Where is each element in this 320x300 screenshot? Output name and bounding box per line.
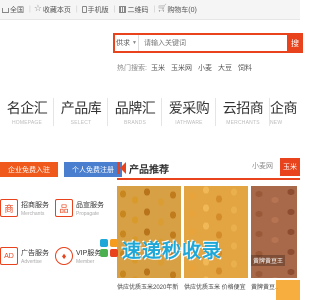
product-image[interactable] [184,186,248,278]
ad-icon: AD [0,247,18,265]
hot-search: 热门搜索: 玉米 玉米网 小麦 大豆 饲料 [117,63,258,73]
separator: | [29,6,31,13]
mobile-label: 手机版 [87,6,109,14]
cart-icon [159,6,166,13]
search-input[interactable] [139,35,287,51]
service-advertise[interactable]: AD 广告服务 Advertise [0,238,55,274]
hot-keyword[interactable]: 小麦 [198,63,212,73]
nav-item-business[interactable]: 企商 NEW [270,92,300,134]
service-subtitle: Member [76,258,95,265]
personal-register-button[interactable]: 个人免费注册 [64,162,122,177]
hot-keyword[interactable]: 饲料 [238,63,252,73]
vip-icon: ♦ [55,247,73,265]
phone-icon [81,6,87,13]
qrcode-icon [119,6,127,13]
product-overlay-label: 黄牌黄豆王 [251,255,286,266]
nav-item-label: 云招商 [222,100,264,116]
cart-link[interactable]: 购物车(0) [159,5,197,15]
nav-item-sublabel: HOMEPAGE [11,120,43,126]
hot-keyword[interactable]: 玉米网 [171,63,192,73]
nav-item-label: 名企汇 [6,100,48,116]
search-bar: 供求 ▼ 搜 [113,33,303,53]
hot-keyword[interactable]: 大豆 [218,63,232,73]
bookmark-label: 收藏本页 [42,6,71,14]
nav-item-label: 爱采购 [168,100,210,116]
watermark: 速递秒收录 [100,238,223,262]
nav-item-sublabel: SELECT [70,120,92,126]
product-section-header: 产品推荐 小麦网 玉米 [117,158,300,180]
hot-keyword[interactable]: 玉米 [151,63,165,73]
service-merchants[interactable]: 商 招商服务 Merchants [0,190,55,226]
nav-item-products[interactable]: 产品库 SELECT [54,92,108,134]
service-subtitle: Advertise [21,258,42,265]
qrcode-label: 二维码 [127,6,149,14]
nav-item-label: 企商 [270,100,298,116]
section-logo-icon [117,162,126,174]
location-label: 全国 [10,6,24,14]
separator: | [113,6,116,13]
nav-item-merchants[interactable]: 云招商 MERCHANTS [216,92,270,134]
service-title: 招商服务 [21,201,49,209]
qrcode-link[interactable]: 二维码 [119,5,148,15]
location-link[interactable]: 全国 [2,5,24,15]
location-icon [2,8,9,13]
service-title: 品宣服务 [76,201,104,209]
tab-wheat[interactable]: 小麦网 [252,161,273,171]
section-title: 产品推荐 [129,164,169,176]
separator: | [75,6,78,13]
service-subtitle: Propagate [76,210,100,217]
register-buttons: 企业免费入驻 个人免费注册 [0,162,128,177]
watermark-logo-icon [100,239,120,259]
nav-item-label: 产品库 [60,100,102,116]
star-icon [34,3,42,14]
top-bar: 全国 | 收藏本页 | 手机版 | 二维码 | 购物车(0) [0,0,300,20]
nav-item-sublabel: MERCHANTS [226,120,260,126]
floating-button[interactable] [276,280,300,300]
company-register-button[interactable]: 企业免费入驻 [0,162,58,177]
product-name[interactable]: 供应优质玉米 价格便宜 [184,282,248,291]
product-name[interactable]: 供应优质玉米2020年新 [117,282,181,291]
service-propagate[interactable]: 品 品宣服务 Propagate [55,190,110,226]
service-subtitle: Merchants [21,210,45,217]
nav-item-label: 品牌汇 [114,100,156,116]
watermark-text: 速递秒收录 [122,239,223,262]
product-image[interactable]: 黄牌黄豆王 [251,186,297,278]
bookmark-link[interactable]: 收藏本页 [34,3,71,15]
nav-item-purchase[interactable]: 爱采购 IATHWARE [162,92,216,134]
tab-corn[interactable]: 玉米 [280,158,300,176]
nav-item-sublabel: BRANDS [123,120,147,126]
merchants-icon: 商 [0,199,18,217]
nav-item-sublabel: IATHWARE [175,120,203,126]
chevron-down-icon: ▼ [132,40,137,46]
propagate-icon: 品 [55,199,73,217]
services-grid: 商 招商服务 Merchants 品 品宣服务 Propagate AD 广告服… [0,190,110,274]
separator: | [153,6,156,13]
search-button[interactable]: 搜 [287,35,301,51]
nav-item-brands[interactable]: 品牌汇 BRANDS [108,92,162,134]
nav-item-sublabel: NEW [270,120,283,126]
search-type-value: 供求 [116,40,131,47]
product-image[interactable] [117,186,181,278]
cart-label: 购物车(0) [167,6,197,14]
category-nav: 名企汇 HOMEPAGE 产品库 SELECT 品牌汇 BRANDS 爱采购 I… [0,92,300,134]
service-title: VIP服务 [76,249,102,257]
service-title: 广告服务 [21,249,49,257]
nav-item-homepage[interactable]: 名企汇 HOMEPAGE [0,92,54,134]
search-type-select[interactable]: 供求 ▼ [115,35,139,51]
mobile-link[interactable]: 手机版 [81,5,109,15]
hot-search-label: 热门搜索: [117,65,147,72]
